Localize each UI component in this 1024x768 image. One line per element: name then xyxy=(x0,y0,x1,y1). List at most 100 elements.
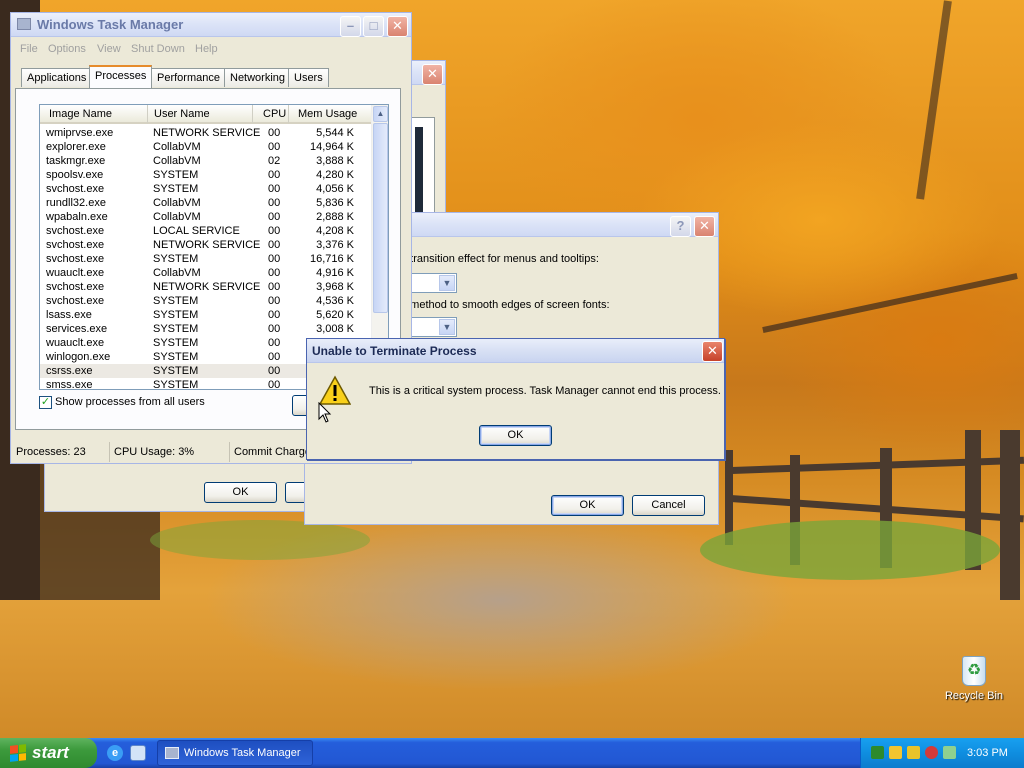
effects-close-button[interactable]: ✕ xyxy=(694,216,715,237)
process-name: services.exe xyxy=(46,323,108,335)
clock[interactable]: 3:03 PM xyxy=(967,738,1008,768)
table-row[interactable]: svchost.exe SYSTEM 00 4,056 K xyxy=(40,182,372,196)
menu-help[interactable]: Help xyxy=(195,43,218,55)
taskbar: start e Windows Task Manager 3:03 PM xyxy=(0,738,1024,768)
help-button[interactable]: ? xyxy=(670,216,691,237)
table-row[interactable]: wuauclt.exe CollabVM 00 4,916 K xyxy=(40,266,372,280)
table-row[interactable]: wmiprvse.exe NETWORK SERVICE 00 5,544 K xyxy=(40,126,372,140)
process-user: SYSTEM xyxy=(153,323,199,335)
process-mem: 3,376 K xyxy=(316,239,354,251)
tab-applications[interactable]: Applications xyxy=(21,68,93,87)
show-all-checkbox[interactable]: ✓ xyxy=(39,396,52,409)
table-row[interactable]: taskmgr.exe CollabVM 02 3,888 K xyxy=(40,154,372,168)
table-row[interactable]: wpabaln.exe CollabVM 00 2,888 K xyxy=(40,210,372,224)
close-button[interactable]: ✕ xyxy=(387,16,408,37)
chevron-down-icon: ▼ xyxy=(439,275,455,291)
process-name: rundll32.exe xyxy=(46,197,106,209)
process-cpu: 00 xyxy=(268,169,281,181)
tab-performance[interactable]: Performance xyxy=(151,68,226,87)
internet-explorer-icon[interactable]: e xyxy=(107,745,123,761)
recycle-bin-icon: ♻ xyxy=(962,656,986,686)
media-player-icon[interactable] xyxy=(130,745,146,761)
process-mem: 3,008 K xyxy=(316,323,354,335)
process-name: csrss.exe xyxy=(46,365,93,377)
grass xyxy=(700,520,1000,580)
process-user: CollabVM xyxy=(153,211,201,223)
process-name: taskmgr.exe xyxy=(46,155,106,167)
recycle-bin[interactable]: ♻ Recycle Bin xyxy=(944,656,1004,712)
status-processes: Processes: 23 xyxy=(12,442,110,462)
status-commit: Commit Charge xyxy=(234,446,310,458)
dialog-ok-button[interactable]: OK xyxy=(479,425,552,446)
column-mem-usage[interactable]: Mem Usage xyxy=(289,105,372,124)
process-cpu: 00 xyxy=(268,239,281,251)
table-row[interactable]: svchost.exe SYSTEM 00 16,716 K xyxy=(40,252,372,266)
process-mem: 2,888 K xyxy=(316,211,354,223)
table-row[interactable]: svchost.exe NETWORK SERVICE 00 3,376 K xyxy=(40,238,372,252)
process-user: SYSTEM xyxy=(153,309,199,321)
process-user: SYSTEM xyxy=(153,295,199,307)
branch xyxy=(762,273,1018,333)
process-name: svchost.exe xyxy=(46,225,105,237)
tab-networking[interactable]: Networking xyxy=(224,68,292,87)
volume-icon[interactable] xyxy=(943,746,956,759)
scroll-up-icon[interactable]: ▲ xyxy=(373,106,388,122)
maximize-button[interactable]: □ xyxy=(363,16,384,37)
dialog-close-button[interactable]: ✕ xyxy=(702,341,723,362)
network-icon[interactable] xyxy=(871,746,884,759)
tab-users[interactable]: Users xyxy=(288,68,329,87)
column-cpu[interactable]: CPU xyxy=(253,105,289,124)
minimize-button[interactable]: – xyxy=(340,16,361,37)
dialog-message: This is a critical system process. Task … xyxy=(369,385,721,397)
chevron-down-icon: ▼ xyxy=(439,319,455,335)
effects-cancel-button[interactable]: Cancel xyxy=(632,495,705,516)
table-row[interactable]: svchost.exe NETWORK SERVICE 00 3,968 K xyxy=(40,280,372,294)
menu-shutdown[interactable]: Shut Down xyxy=(131,43,185,55)
background-ok-button[interactable]: OK xyxy=(204,482,277,503)
process-user: SYSTEM xyxy=(153,169,199,181)
effects-ok-button[interactable]: OK xyxy=(551,495,624,516)
table-row[interactable]: svchost.exe SYSTEM 00 4,536 K xyxy=(40,294,372,308)
process-name: svchost.exe xyxy=(46,183,105,195)
process-user: LOCAL SERVICE xyxy=(153,225,240,237)
start-button[interactable]: start xyxy=(0,738,97,768)
background-cancel-button[interactable] xyxy=(285,482,305,503)
table-row[interactable]: explorer.exe CollabVM 00 14,964 K xyxy=(40,140,372,154)
column-user-name[interactable]: User Name xyxy=(148,105,253,124)
process-user: CollabVM xyxy=(153,155,201,167)
grass xyxy=(150,520,370,560)
alert-icon[interactable] xyxy=(925,746,938,759)
process-name: explorer.exe xyxy=(46,141,106,153)
menu-file[interactable]: File xyxy=(20,43,38,55)
table-row[interactable]: lsass.exe SYSTEM 00 5,620 K xyxy=(40,308,372,322)
column-image-name[interactable]: Image Name xyxy=(40,105,148,124)
scroll-thumb[interactable] xyxy=(373,123,388,313)
process-cpu: 00 xyxy=(268,197,281,209)
tab-processes[interactable]: Processes xyxy=(89,65,153,88)
table-row[interactable]: rundll32.exe CollabVM 00 5,836 K xyxy=(40,196,372,210)
table-row[interactable]: svchost.exe LOCAL SERVICE 00 4,208 K xyxy=(40,224,372,238)
process-user: NETWORK SERVICE xyxy=(153,239,261,251)
process-mem: 5,544 K xyxy=(316,127,354,139)
process-name: wuauclt.exe xyxy=(46,267,105,279)
table-row[interactable]: spoolsv.exe SYSTEM 00 4,280 K xyxy=(40,168,372,182)
start-label: start xyxy=(32,743,69,762)
process-user: NETWORK SERVICE xyxy=(153,127,261,139)
menu-options[interactable]: Options xyxy=(48,43,86,55)
table-row[interactable]: services.exe SYSTEM 00 3,008 K xyxy=(40,322,372,336)
process-mem: 4,536 K xyxy=(316,295,354,307)
security-icon[interactable] xyxy=(889,746,902,759)
taskbar-button-task-manager[interactable]: Windows Task Manager xyxy=(157,740,313,766)
task-manager-taskbar-icon xyxy=(165,747,179,759)
menu-view[interactable]: View xyxy=(97,43,121,55)
process-cpu: 00 xyxy=(268,379,281,390)
background-close-button[interactable]: ✕ xyxy=(422,64,443,85)
shield-icon[interactable] xyxy=(907,746,920,759)
process-user: CollabVM xyxy=(153,197,201,209)
recycle-bin-label: Recycle Bin xyxy=(944,690,1004,702)
process-cpu: 00 xyxy=(268,323,281,335)
task-manager-title: Windows Task Manager xyxy=(37,17,184,32)
process-name: smss.exe xyxy=(46,379,93,390)
process-cpu: 00 xyxy=(268,267,281,279)
task-manager-icon xyxy=(17,18,31,30)
